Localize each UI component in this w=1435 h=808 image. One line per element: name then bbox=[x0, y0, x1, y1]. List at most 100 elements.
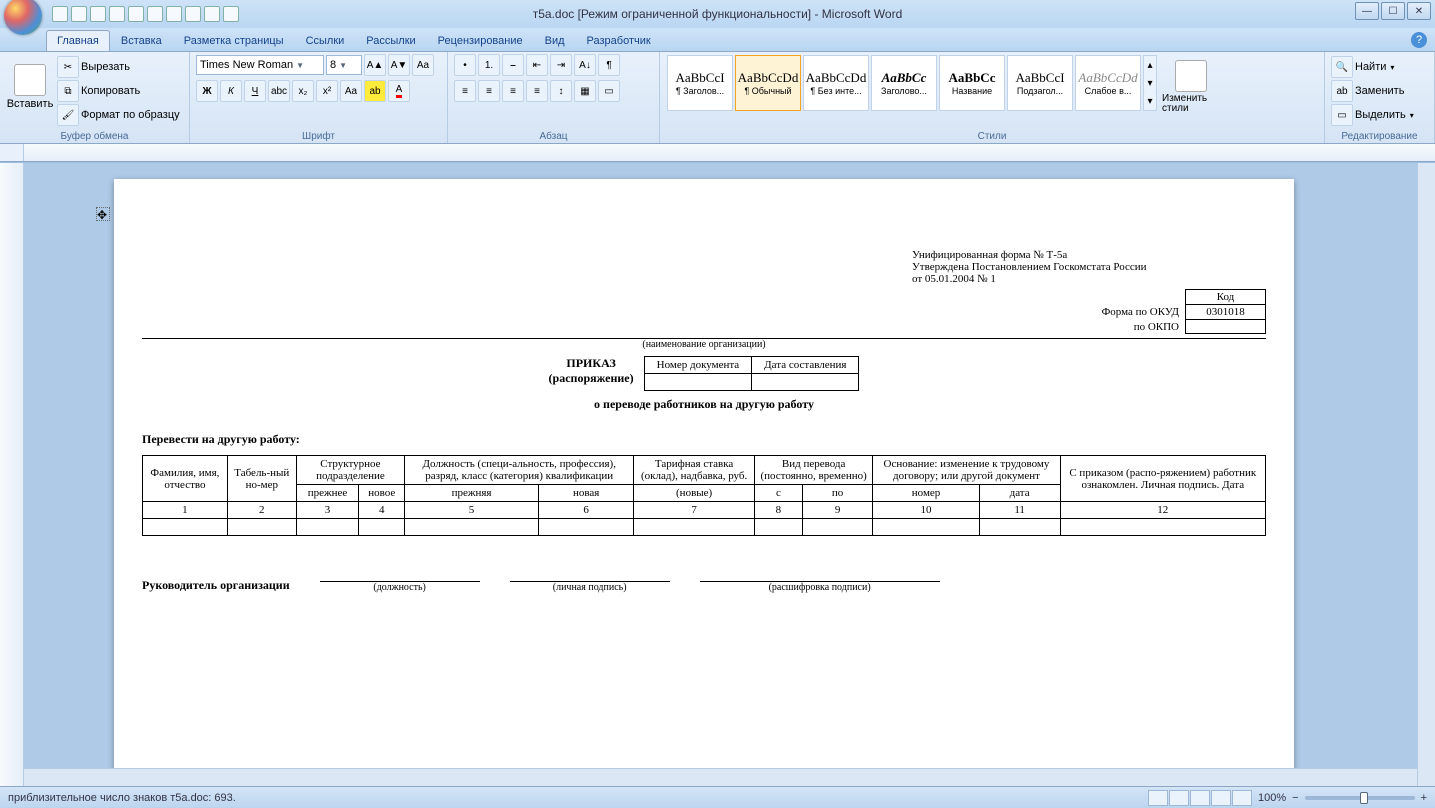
indent-dec-button[interactable]: ⇤ bbox=[526, 54, 548, 76]
indent-inc-button[interactable]: ⇥ bbox=[550, 54, 572, 76]
ruler-horizontal[interactable] bbox=[0, 144, 1435, 162]
tab-view[interactable]: Вид bbox=[534, 30, 576, 51]
copy-button[interactable]: ⧉Копировать bbox=[57, 80, 180, 102]
sig-position-label: (должность) bbox=[320, 582, 480, 593]
help-icon[interactable]: ? bbox=[1411, 32, 1427, 48]
zoom-slider[interactable] bbox=[1305, 796, 1415, 800]
minimize-button[interactable]: — bbox=[1355, 2, 1379, 20]
find-button[interactable]: 🔍Найти▾ bbox=[1331, 56, 1394, 78]
group-editing-label: Редактирование bbox=[1331, 129, 1428, 142]
org-sublabel: (наименование организации) bbox=[142, 339, 1266, 350]
page[interactable]: ✥ Унифицированная форма № Т-5а Утвержден… bbox=[114, 179, 1294, 786]
style-item[interactable]: AaBbCcЗаголово... bbox=[871, 55, 937, 111]
align-justify-button[interactable]: ≡ bbox=[526, 80, 548, 102]
styles-up-button[interactable]: ▴ bbox=[1144, 56, 1156, 74]
view-print-button[interactable] bbox=[1148, 790, 1168, 806]
tab-references[interactable]: Ссылки bbox=[295, 30, 356, 51]
col-struct: Структурное подразделение bbox=[296, 456, 404, 485]
format-label: Формат по образцу bbox=[81, 109, 180, 121]
select-button[interactable]: ▭Выделить▾ bbox=[1331, 104, 1414, 126]
tab-developer[interactable]: Разработчик bbox=[576, 30, 662, 51]
clear-format-button[interactable]: Aa bbox=[412, 54, 434, 76]
qat-icon[interactable] bbox=[128, 6, 144, 22]
paste-button[interactable]: Вставить bbox=[6, 54, 54, 120]
subscript-button[interactable]: x₂ bbox=[292, 80, 314, 102]
zoom-out-button[interactable]: − bbox=[1292, 792, 1298, 804]
show-marks-button[interactable]: ¶ bbox=[598, 54, 620, 76]
document-canvas[interactable]: ✥ Унифицированная форма № Т-5а Утвержден… bbox=[24, 163, 1435, 786]
qat-icon[interactable] bbox=[204, 6, 220, 22]
multilevel-button[interactable]: ⎯ bbox=[502, 54, 524, 76]
change-styles-button[interactable]: Изменить стили bbox=[1161, 54, 1221, 120]
view-outline-button[interactable] bbox=[1211, 790, 1231, 806]
highlight-button[interactable]: ab bbox=[364, 80, 386, 102]
align-right-button[interactable]: ≡ bbox=[502, 80, 524, 102]
sig-head-label: Руководитель организации bbox=[142, 578, 290, 593]
col-num-cell: 9 bbox=[802, 502, 873, 519]
qat-dropdown-icon[interactable] bbox=[223, 6, 239, 22]
shading-button[interactable]: ▦ bbox=[574, 80, 596, 102]
redo-icon[interactable] bbox=[90, 6, 106, 22]
font-name-combo[interactable]: Times New Roman▼ bbox=[196, 55, 324, 75]
style-item[interactable]: AaBbCcDdСлабое в... bbox=[1075, 55, 1141, 111]
bullets-button[interactable]: • bbox=[454, 54, 476, 76]
qat-icon[interactable] bbox=[109, 6, 125, 22]
zoom-value[interactable]: 100% bbox=[1258, 792, 1286, 804]
cut-button[interactable]: ✂Вырезать bbox=[57, 56, 180, 78]
style-item[interactable]: AaBbCcIПодзагол... bbox=[1007, 55, 1073, 111]
style-item[interactable]: AaBbCcНазвание bbox=[939, 55, 1005, 111]
tab-home[interactable]: Главная bbox=[46, 30, 110, 51]
col-prev: прежнее bbox=[296, 485, 359, 502]
scrollbar-vertical[interactable] bbox=[1417, 163, 1435, 786]
col-rate: Тарифная ставка (оклад), надбавка, руб. bbox=[634, 456, 755, 485]
font-size-combo[interactable]: 8▼ bbox=[326, 55, 362, 75]
font-color-button[interactable]: A bbox=[388, 80, 410, 102]
qat-icon[interactable] bbox=[185, 6, 201, 22]
bold-button[interactable]: Ж bbox=[196, 80, 218, 102]
align-center-button[interactable]: ≡ bbox=[478, 80, 500, 102]
close-button[interactable]: ✕ bbox=[1407, 2, 1431, 20]
grow-font-button[interactable]: A▲ bbox=[364, 54, 386, 76]
undo-icon[interactable] bbox=[71, 6, 87, 22]
style-item[interactable]: AaBbCcDd¶ Обычный bbox=[735, 55, 801, 111]
align-left-button[interactable]: ≡ bbox=[454, 80, 476, 102]
restore-button[interactable]: ☐ bbox=[1381, 2, 1405, 20]
borders-button[interactable]: ▭ bbox=[598, 80, 620, 102]
ruler-corner[interactable] bbox=[0, 144, 24, 161]
italic-button[interactable]: К bbox=[220, 80, 242, 102]
shrink-font-button[interactable]: A▼ bbox=[388, 54, 410, 76]
zoom-in-button[interactable]: + bbox=[1421, 792, 1427, 804]
ruler-vertical[interactable] bbox=[0, 163, 24, 786]
scrollbar-horizontal[interactable] bbox=[24, 768, 1417, 786]
change-styles-label: Изменить стили bbox=[1162, 94, 1220, 114]
col-new: новое bbox=[359, 485, 405, 502]
format-painter-button[interactable]: 🖌Формат по образцу bbox=[57, 104, 180, 126]
view-web-button[interactable] bbox=[1190, 790, 1210, 806]
tab-layout[interactable]: Разметка страницы bbox=[173, 30, 295, 51]
view-fullscreen-button[interactable] bbox=[1169, 790, 1189, 806]
underline-button[interactable]: Ч bbox=[244, 80, 266, 102]
table-move-handle[interactable]: ✥ bbox=[96, 207, 110, 221]
font-name-value: Times New Roman bbox=[200, 59, 293, 71]
tab-review[interactable]: Рецензирование bbox=[427, 30, 534, 51]
qat-icon[interactable] bbox=[147, 6, 163, 22]
numbering-button[interactable]: 1. bbox=[478, 54, 500, 76]
view-draft-button[interactable] bbox=[1232, 790, 1252, 806]
change-case-button[interactable]: Aa bbox=[340, 80, 362, 102]
styles-down-button[interactable]: ▾ bbox=[1144, 74, 1156, 92]
col-num-cell: 1 bbox=[143, 502, 228, 519]
qat-icon[interactable] bbox=[166, 6, 182, 22]
strike-button[interactable]: abc bbox=[268, 80, 290, 102]
replace-button[interactable]: abЗаменить bbox=[1331, 80, 1404, 102]
styles-more-button[interactable]: ▾ bbox=[1144, 92, 1156, 110]
line-spacing-button[interactable]: ↕ bbox=[550, 80, 572, 102]
sort-button[interactable]: A↓ bbox=[574, 54, 596, 76]
tab-insert[interactable]: Вставка bbox=[110, 30, 173, 51]
copy-icon: ⧉ bbox=[57, 80, 79, 102]
style-item[interactable]: AaBbCcDd¶ Без инте... bbox=[803, 55, 869, 111]
superscript-button[interactable]: x² bbox=[316, 80, 338, 102]
tab-mailings[interactable]: Рассылки bbox=[355, 30, 426, 51]
save-icon[interactable] bbox=[52, 6, 68, 22]
style-item[interactable]: AaBbCcI¶ Заголов... bbox=[667, 55, 733, 111]
doc-subject: о переводе работников на другую работу bbox=[142, 397, 1266, 412]
